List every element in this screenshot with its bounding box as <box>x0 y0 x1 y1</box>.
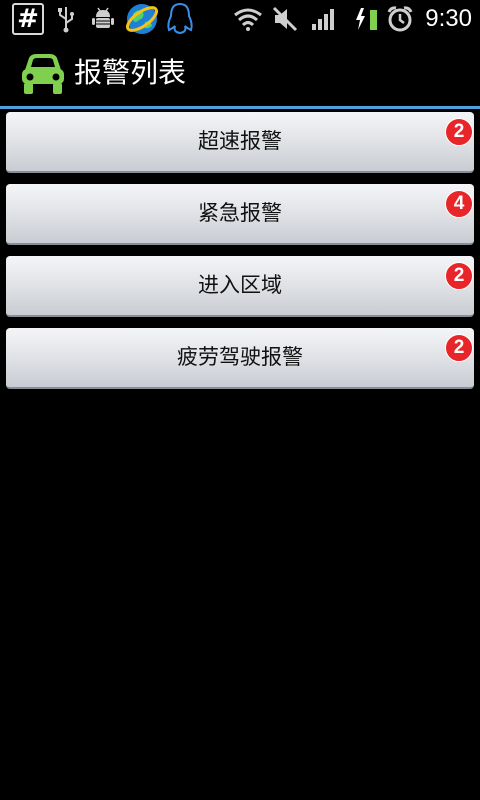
page-title: 报警列表 <box>74 56 187 89</box>
title-bar: 报警列表 <box>0 38 480 106</box>
alarm-label: 超速报警 <box>198 129 282 153</box>
charging-battery-icon <box>354 3 380 35</box>
alarm-label: 进入区域 <box>198 273 282 297</box>
browser-globe-icon <box>124 3 160 35</box>
car-icon <box>22 54 64 94</box>
alarm-list: 超速报警 2 紧急报警 4 进入区域 2 疲劳驾驶报警 2 <box>6 112 474 400</box>
wifi-icon <box>232 3 264 35</box>
alarm-count-badge: 4 <box>445 190 473 218</box>
hash-icon: # <box>12 3 44 35</box>
muted-speaker-icon <box>270 3 300 35</box>
usb-icon <box>54 3 78 35</box>
signal-icon <box>310 3 338 35</box>
qq-penguin-icon <box>163 2 197 35</box>
android-debug-icon <box>90 3 116 35</box>
title-divider <box>0 106 480 109</box>
alarm-clock-icon <box>386 3 414 35</box>
status-time: 9:30 <box>425 5 472 32</box>
alarm-count-badge: 2 <box>445 118 473 146</box>
alarm-button-overspeed[interactable]: 超速报警 2 <box>6 112 474 173</box>
status-bar: # 9:30 <box>0 0 480 38</box>
alarm-button-emergency[interactable]: 紧急报警 4 <box>6 184 474 245</box>
alarm-button-fatigue-driving[interactable]: 疲劳驾驶报警 2 <box>6 328 474 389</box>
screen: # 9:30 报警列表 超速报警 2 紧急报警 4 进入区域 2 疲劳驾驶报警 … <box>0 0 480 800</box>
alarm-button-enter-area[interactable]: 进入区域 2 <box>6 256 474 317</box>
alarm-label: 疲劳驾驶报警 <box>177 345 303 369</box>
alarm-count-badge: 2 <box>445 262 473 290</box>
alarm-count-badge: 2 <box>445 334 473 362</box>
alarm-label: 紧急报警 <box>198 201 282 225</box>
